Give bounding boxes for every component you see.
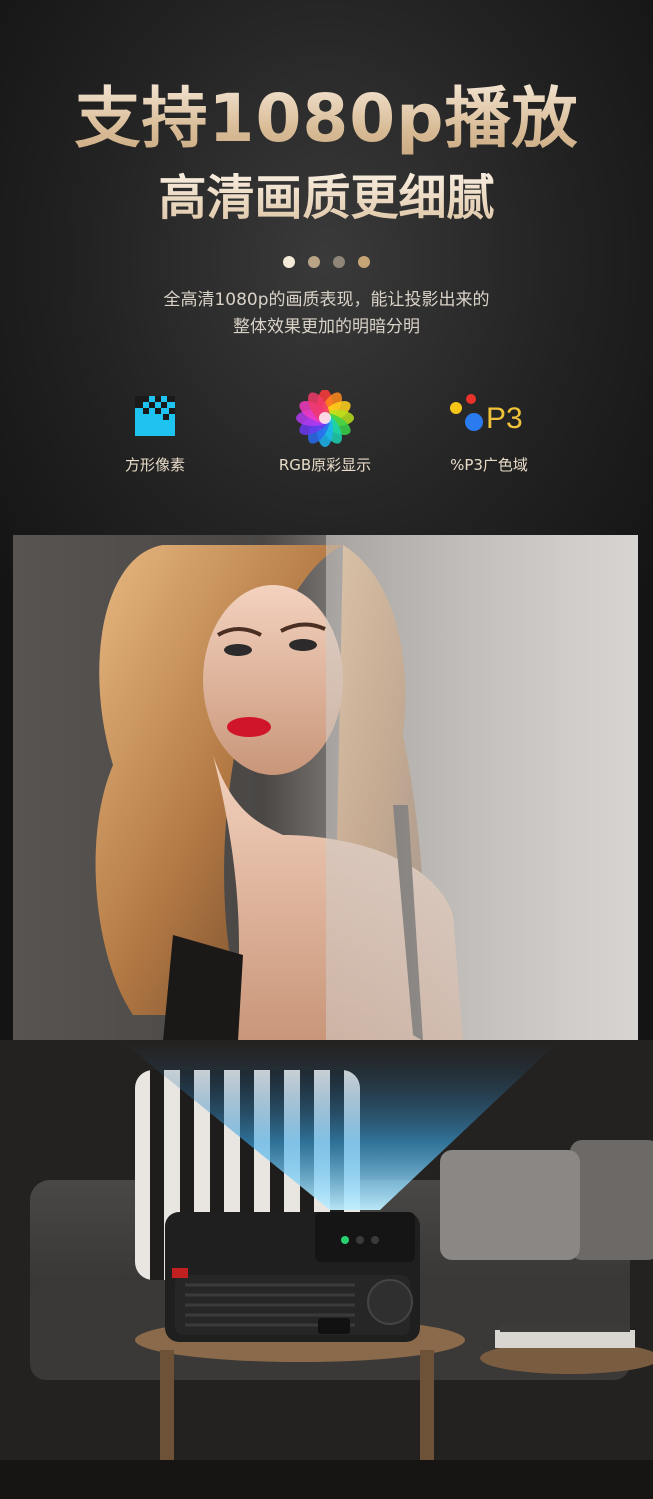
p3-icon-text: P3 (486, 402, 523, 435)
square-pixel-icon (135, 396, 175, 436)
product-detail-page: 支持1080p播放 高清画质更细腻 全高清1080p的画质表现，能让投影出来的 … (0, 0, 653, 1499)
rgb-flower-icon (296, 389, 354, 447)
projector (165, 1212, 420, 1342)
description-line-1: 全高清1080p的画质表现，能让投影出来的 (163, 290, 490, 310)
dot-4 (358, 256, 371, 268)
feature-label: RGB原彩显示 (278, 456, 372, 474)
description: 全高清1080p的画质表现，能让投影出来的 整体效果更加的明暗分明 (0, 287, 653, 341)
dot-2 (307, 256, 320, 268)
feature-label: %P3广色域 (450, 456, 528, 474)
p3-gamut-icon: P3 (450, 394, 523, 435)
projector-scene-illustration (0, 1040, 653, 1499)
page-title: 支持1080p播放 (0, 74, 653, 164)
portrait-illustration (95, 535, 638, 1041)
description-line-2: 整体效果更加的明暗分明 (233, 317, 420, 337)
dot-3 (333, 256, 346, 268)
comparison-photo (13, 535, 638, 1041)
living-room-scene (0, 1040, 653, 1499)
decorative-dots (0, 253, 653, 272)
dot-1 (282, 256, 295, 268)
feature-rgb-color: RGB原彩显示 (245, 389, 405, 475)
feature-label: 方形像素 (124, 456, 185, 474)
feature-square-pixel: 方形像素 (75, 390, 235, 475)
feature-p3-gamut: P3 %P3广色域 (409, 390, 569, 475)
page-subtitle: 高清画质更细腻 (0, 166, 653, 230)
